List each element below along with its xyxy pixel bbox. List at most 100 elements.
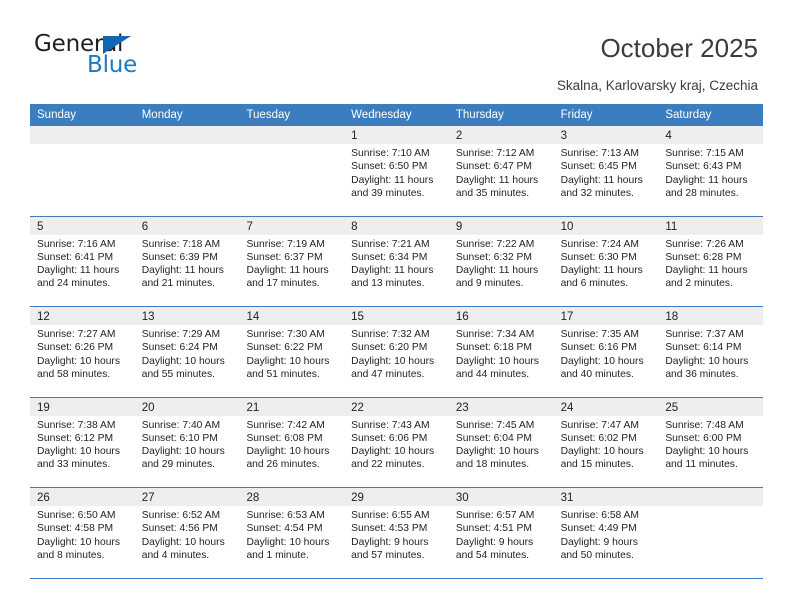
sunrise-text: Sunrise: 7:30 AM: [246, 329, 325, 340]
daylight-text-line2: and 2 minutes.: [665, 278, 733, 290]
day-cell[interactable]: 1 Sunrise: 7:10 AM Sunset: 6:50 PM Daylight…: [344, 126, 449, 216]
sunset-text: Sunset: 4:54 PM: [246, 523, 323, 535]
daylight-text-line2: and 18 minutes.: [455, 459, 530, 471]
calendar-week-row: 1 Sunrise: 7:10 AM Sunset: 6:50 PM Daylight…: [30, 126, 764, 217]
daylight-text-line1: Daylight: 10 hours: [560, 446, 644, 458]
day-cell[interactable]: 14 Sunrise: 7:30 AM Sunset: 6:22 PM Dayligh…: [239, 307, 345, 397]
sunrise-text: Sunrise: 7:10 AM: [351, 148, 430, 159]
daylight-text-line2: and 4 minutes.: [141, 549, 210, 561]
day-number: 29: [351, 492, 364, 504]
daylight-text-line1: Daylight: 10 hours: [246, 446, 330, 458]
day-cell[interactable]: 27 Sunrise: 6:52 AM Sunset: 4:56 PM Dayligh…: [134, 488, 240, 578]
sunrise-text: Sunrise: 7:38 AM: [37, 419, 116, 431]
day-cell[interactable]: 17 Sunrise: 7:35 AM Sunset: 6:16 PM Dayligh…: [553, 307, 659, 397]
day-number-strip: 18: [658, 307, 764, 325]
day-cell[interactable]: 8 Sunrise: 7:21 AM Sunset: 6:34 PM Daylight…: [344, 216, 449, 306]
day-cell[interactable]: 12 Sunrise: 7:27 AM Sunset: 6:26 PM Dayligh…: [30, 307, 135, 397]
sunrise-text: Sunrise: 7:12 AM: [455, 148, 535, 159]
day-details: Sunrise: 6:55 AM Sunset: 4:53 PM Daylight:…: [344, 506, 449, 562]
day-number-strip: 4: [658, 126, 764, 144]
day-details: Sunrise: 7:42 AM Sunset: 6:08 PM Daylight:…: [239, 416, 344, 472]
day-number: 5: [37, 220, 44, 233]
day-details: Sunrise: 7:43 AM Sunset: 6:06 PM Daylight:…: [344, 416, 449, 472]
daylight-text-line2: and 57 minutes.: [351, 549, 425, 561]
sunset-text: Sunset: 4:58 PM: [37, 523, 114, 535]
day-cell[interactable]: 3 Sunrise: 7:13 AM Sunset: 6:45 PM Daylight…: [553, 126, 659, 216]
day-cell[interactable]: 22 Sunrise: 7:43 AM Sunset: 6:06 PM Dayligh…: [344, 397, 449, 487]
day-details: Sunrise: 7:29 AM Sunset: 6:24 PM Daylight:…: [135, 325, 240, 381]
daylight-text-line1: Daylight: 10 hours: [455, 355, 539, 367]
day-number: 16: [455, 311, 469, 323]
day-details: Sunrise: 7:30 AM Sunset: 6:22 PM Daylight:…: [239, 325, 344, 381]
day-cell[interactable]: 23 Sunrise: 7:45 AM Sunset: 6:04 PM Dayligh…: [448, 397, 554, 487]
day-number: 27: [141, 492, 155, 504]
day-cell[interactable]: 29 Sunrise: 6:55 AM Sunset: 4:53 PM Dayligh…: [344, 488, 449, 578]
daylight-text-line1: Daylight: 10 hours: [665, 355, 749, 367]
day-cell-empty: [30, 126, 135, 216]
day-cell[interactable]: 13 Sunrise: 7:29 AM Sunset: 6:24 PM Dayligh…: [134, 307, 240, 397]
day-cell[interactable]: 5 Sunrise: 7:16 AM Sunset: 6:41 PM Daylight…: [30, 216, 135, 306]
sunrise-text: Sunrise: 7:48 AM: [665, 419, 744, 431]
day-cell[interactable]: 4 Sunrise: 7:15 AM Sunset: 6:43 PM Daylight…: [658, 126, 764, 216]
sunrise-text: Sunrise: 7:29 AM: [141, 329, 221, 340]
day-cell[interactable]: 30 Sunrise: 6:57 AM Sunset: 4:51 PM Dayligh…: [448, 488, 554, 578]
day-cell[interactable]: 26 Sunrise: 6:50 AM Sunset: 4:58 PM Dayligh…: [30, 488, 135, 578]
calendar-week-row: 26 Sunrise: 6:50 AM Sunset: 4:58 PM Dayligh…: [30, 488, 764, 579]
day-cell[interactable]: 2 Sunrise: 7:12 AM Sunset: 6:47 PM Daylight…: [448, 126, 554, 216]
day-details: Sunrise: 7:34 AM Sunset: 6:18 PM Daylight:…: [449, 325, 554, 381]
sunset-text: Sunset: 6:24 PM: [141, 342, 218, 354]
day-cell[interactable]: 11 Sunrise: 7:26 AM Sunset: 6:28 PM Dayligh…: [658, 216, 764, 306]
day-cell[interactable]: 15 Sunrise: 7:32 AM Sunset: 6:20 PM Dayligh…: [344, 307, 449, 397]
sunrise-text: Sunrise: 6:53 AM: [246, 510, 325, 521]
day-number: 9: [455, 220, 463, 233]
sunset-text: Sunset: 6:43 PM: [665, 161, 742, 173]
sunrise-text: Sunrise: 7:15 AM: [665, 148, 744, 159]
day-cell[interactable]: 18 Sunrise: 7:37 AM Sunset: 6:14 PM Dayligh…: [658, 307, 764, 397]
sunrise-text: Sunrise: 6:55 AM: [351, 510, 430, 521]
day-cell[interactable]: 6 Sunrise: 7:18 AM Sunset: 6:39 PM Daylight…: [134, 216, 240, 306]
daylight-text-line1: Daylight: 10 hours: [37, 446, 120, 458]
day-number: 2: [455, 130, 463, 142]
day-number: 4: [665, 130, 672, 142]
day-cell[interactable]: 20 Sunrise: 7:40 AM Sunset: 6:10 PM Dayligh…: [134, 397, 240, 487]
day-cell[interactable]: 10 Sunrise: 7:24 AM Sunset: 6:30 PM Dayligh…: [553, 216, 659, 306]
sunrise-text: Sunrise: 7:22 AM: [455, 238, 535, 250]
day-cell[interactable]: 7 Sunrise: 7:19 AM Sunset: 6:37 PM Daylight…: [239, 216, 345, 306]
day-details: Sunrise: 7:21 AM Sunset: 6:34 PM Daylight:…: [344, 235, 449, 291]
day-number-strip: 24: [553, 397, 659, 416]
day-cell[interactable]: 24 Sunrise: 7:47 AM Sunset: 6:02 PM Dayligh…: [553, 397, 659, 487]
logo-text-blue: Blue: [87, 52, 138, 78]
day-number: 25: [665, 401, 679, 414]
daylight-text-line2: and 6 minutes.: [560, 278, 629, 290]
daylight-text-line2: and 24 minutes.: [37, 278, 111, 290]
weekday-header-friday: Friday: [560, 109, 593, 121]
day-number: 19: [37, 401, 50, 414]
daylight-text-line2: and 40 minutes.: [560, 368, 634, 380]
sunrise-text: Sunrise: 7:47 AM: [560, 419, 640, 431]
day-number: 15: [351, 311, 364, 323]
day-number-strip: [134, 126, 240, 144]
day-details: Sunrise: 7:16 AM Sunset: 6:41 PM Daylight:…: [30, 235, 135, 291]
day-cell[interactable]: 28 Sunrise: 6:53 AM Sunset: 4:54 PM Dayligh…: [239, 488, 345, 578]
day-cell[interactable]: 19 Sunrise: 7:38 AM Sunset: 6:12 PM Dayligh…: [30, 397, 135, 487]
general-blue-logo[interactable]: General Blue: [34, 33, 204, 83]
day-number-strip: 16: [448, 307, 554, 325]
day-cell[interactable]: 9 Sunrise: 7:22 AM Sunset: 6:32 PM Daylight…: [448, 216, 554, 306]
day-details: Sunrise: 7:12 AM Sunset: 6:47 PM Daylight:…: [449, 144, 554, 200]
sunset-text: Sunset: 6:06 PM: [351, 432, 428, 444]
day-details: Sunrise: 7:10 AM Sunset: 6:50 PM Daylight:…: [344, 144, 449, 200]
day-number-strip: 12: [30, 307, 135, 325]
daylight-text-line1: Daylight: 10 hours: [141, 355, 225, 367]
day-number-strip: 30: [448, 488, 554, 506]
day-number-strip: 8: [344, 216, 449, 235]
day-details: Sunrise: 7:13 AM Sunset: 6:45 PM Daylight:…: [554, 144, 659, 200]
day-cell[interactable]: 31 Sunrise: 6:58 AM Sunset: 4:49 PM Dayligh…: [553, 488, 659, 578]
daylight-text-line1: Daylight: 10 hours: [246, 536, 330, 548]
day-cell[interactable]: 21 Sunrise: 7:42 AM Sunset: 6:08 PM Dayligh…: [239, 397, 345, 487]
sunset-text: Sunset: 6:10 PM: [141, 432, 218, 444]
day-cell[interactable]: 25 Sunrise: 7:48 AM Sunset: 6:00 PM Dayligh…: [658, 397, 764, 487]
calendar-week-row: 19 Sunrise: 7:38 AM Sunset: 6:12 PM Dayligh…: [30, 397, 764, 488]
sunrise-text: Sunrise: 7:26 AM: [665, 238, 744, 250]
day-cell[interactable]: 16 Sunrise: 7:34 AM Sunset: 6:18 PM Dayligh…: [448, 307, 554, 397]
page-title: October 2025: [600, 33, 758, 63]
